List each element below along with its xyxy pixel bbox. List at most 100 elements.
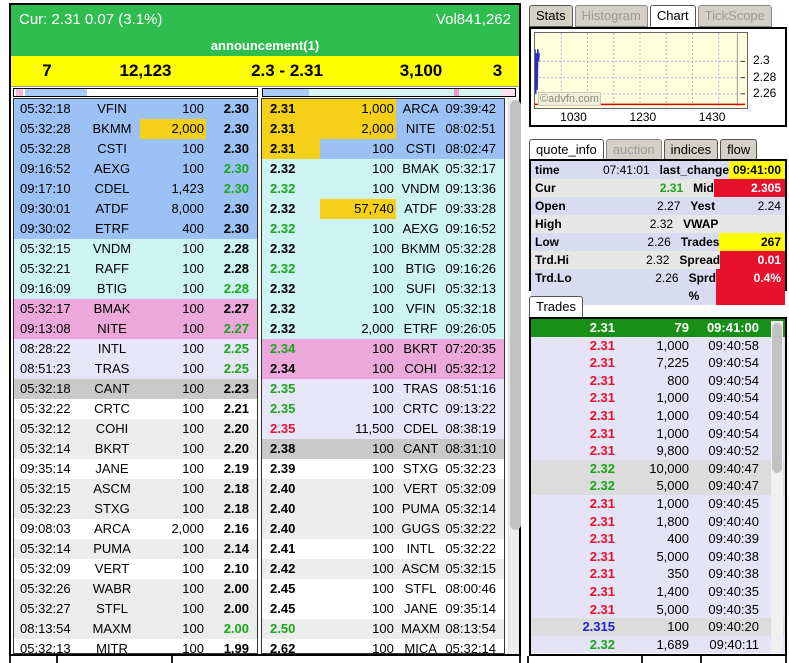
ask-row[interactable]: 2.38 100 CANT 08:31:10 bbox=[262, 439, 504, 459]
ask-row[interactable]: 2.41 100 INTL 05:32:22 bbox=[262, 539, 504, 559]
ask-row[interactable]: 2.35 100 TRAS 08:51:16 bbox=[262, 379, 504, 399]
ask-row[interactable]: 2.32 57,740 ATDF 09:33:28 bbox=[262, 199, 504, 219]
ask-row[interactable]: 2.32 100 BKMM 05:32:28 bbox=[262, 239, 504, 259]
ask-row[interactable]: 2.32 100 VNDM 09:13:36 bbox=[262, 179, 504, 199]
bid-depth-bar bbox=[13, 88, 258, 97]
ask-row[interactable]: 2.40 100 PUMA 05:32:14 bbox=[262, 499, 504, 519]
bid-row[interactable]: 05:32:28 CSTI 100 2.30 bbox=[14, 139, 257, 159]
ask-row[interactable]: 2.31 2,000 NITE 08:02:51 bbox=[262, 119, 504, 139]
ask-row[interactable]: 2.45 100 JANE 09:35:14 bbox=[262, 599, 504, 619]
ask-row[interactable]: 2.31 100 CSTI 08:02:47 bbox=[262, 139, 504, 159]
ask-row[interactable]: 2.40 100 VERT 05:32:09 bbox=[262, 479, 504, 499]
bid-row[interactable]: 09:13:08 NITE 100 2.27 bbox=[14, 319, 257, 339]
quote-label: Sprd % bbox=[688, 271, 716, 303]
ask-row[interactable]: 2.50 100 MAXM 08:13:54 bbox=[262, 619, 504, 639]
quote-label: Trd.Hi bbox=[535, 253, 570, 267]
trade-price: 2.31 bbox=[589, 583, 615, 599]
ask-row[interactable]: 2.45 100 STFL 08:00:46 bbox=[262, 579, 504, 599]
book-scrollbar-thumb[interactable] bbox=[510, 100, 521, 530]
ask-row[interactable]: 2.40 100 GUGS 05:32:22 bbox=[262, 519, 504, 539]
bid-row[interactable]: 05:32:23 STXG 100 2.18 bbox=[14, 499, 257, 519]
bid-row[interactable]: 09:16:09 BTIG 100 2.28 bbox=[14, 279, 257, 299]
ask-time: 05:32:22 bbox=[445, 521, 497, 536]
bid-row[interactable]: 05:32:15 VNDM 100 2.28 bbox=[14, 239, 257, 259]
bid-row[interactable]: 05:32:22 CRTC 100 2.21 bbox=[14, 399, 257, 419]
bid-row[interactable]: 05:32:09 VERT 100 2.10 bbox=[14, 559, 257, 579]
book-scrollbar[interactable] bbox=[508, 98, 521, 654]
ask-row[interactable]: 2.32 100 BMAK 05:32:17 bbox=[262, 159, 504, 179]
bid-row[interactable]: 09:08:03 ARCA 2,000 2.16 bbox=[14, 519, 257, 539]
ask-size: 100 bbox=[372, 301, 394, 316]
ask-size: 100 bbox=[372, 241, 394, 256]
announcement-link[interactable]: announcement(1) bbox=[11, 34, 519, 56]
bid-row[interactable]: 05:32:17 BMAK 100 2.27 bbox=[14, 299, 257, 319]
bid-row[interactable]: 05:32:26 WABR 100 2.00 bbox=[14, 579, 257, 599]
trade-price: 2.32 bbox=[589, 478, 615, 494]
quote-info-row: Trd.Hi 2.32 Spread 0.01 bbox=[531, 251, 785, 269]
trade-row: 2.32 10,000 09:40:47 bbox=[531, 459, 785, 478]
ask-row[interactable]: 2.62 100 MICA 05:32:14 bbox=[262, 639, 504, 653]
tab-flow[interactable]: flow bbox=[720, 139, 758, 161]
bid-row[interactable]: 08:13:54 MAXM 100 2.00 bbox=[14, 619, 257, 639]
tab-histogram[interactable]: Histogram bbox=[574, 5, 648, 27]
ask-row[interactable]: 2.32 100 BTIG 09:16:26 bbox=[262, 259, 504, 279]
bid-time: 09:08:03 bbox=[20, 521, 71, 536]
ask-mm-code: JANE bbox=[404, 601, 438, 616]
quote-label: Cur bbox=[535, 181, 556, 195]
tab-quote-info[interactable]: quote_info bbox=[529, 139, 604, 161]
bid-row[interactable]: 05:32:15 ASCM 100 2.18 bbox=[14, 479, 257, 499]
bid-row[interactable]: 09:16:52 AEXG 100 2.30 bbox=[14, 159, 257, 179]
bid-size: 2,000 bbox=[171, 521, 204, 536]
bid-row[interactable]: 05:32:14 BKRT 100 2.20 bbox=[14, 439, 257, 459]
bid-row[interactable]: 05:32:14 PUMA 100 2.14 bbox=[14, 539, 257, 559]
quote-value: 2.24 bbox=[757, 199, 781, 213]
bid-row[interactable]: 05:32:27 STFL 100 2.00 bbox=[14, 599, 257, 619]
ask-row[interactable]: 2.32 100 AEXG 09:16:52 bbox=[262, 219, 504, 239]
bid-size: 100 bbox=[182, 601, 204, 616]
ask-row[interactable]: 2.32 2,000 ETRF 09:26:05 bbox=[262, 319, 504, 339]
trade-row: 2.31 1,800 09:40:40 bbox=[531, 512, 785, 531]
ask-row[interactable]: 2.39 100 STXG 05:32:23 bbox=[262, 459, 504, 479]
bid-row[interactable]: 05:32:21 RAFF 100 2.28 bbox=[14, 259, 257, 279]
bid-row[interactable]: 05:32:13 MITR 100 1.99 bbox=[14, 639, 257, 654]
tab-trades[interactable]: Trades bbox=[529, 296, 583, 318]
ask-price: 2.34 bbox=[270, 341, 296, 356]
ask-row[interactable]: 2.32 100 VFIN 05:32:18 bbox=[262, 299, 504, 319]
ask-price: 2.31 bbox=[262, 139, 320, 159]
trades-scrollbar[interactable] bbox=[771, 321, 783, 652]
ask-row[interactable]: 2.35 100 CRTC 09:13:22 bbox=[262, 399, 504, 419]
ask-mm-code: AEXG bbox=[402, 221, 439, 236]
tab-chart[interactable]: Chart bbox=[649, 5, 696, 27]
bid-row[interactable]: 09:17:10 CDEL 1,423 2.30 bbox=[14, 179, 257, 199]
ask-time: 09:13:22 bbox=[445, 401, 497, 416]
ask-row[interactable]: 2.42 100 ASCM 05:32:15 bbox=[262, 559, 504, 579]
bid-size: 100 bbox=[182, 641, 204, 654]
ask-size: 57,740 bbox=[319, 199, 396, 219]
ask-row[interactable]: 2.34 100 BKRT 07:20:35 bbox=[262, 339, 504, 359]
quote-value: 0.01 bbox=[720, 251, 785, 269]
bid-price: 2.30 bbox=[223, 201, 249, 216]
bid-price: 2.28 bbox=[223, 241, 249, 256]
tab-auction[interactable]: auction bbox=[605, 139, 662, 161]
bid-size: 100 bbox=[182, 321, 204, 336]
ask-row[interactable]: 2.31 1,000 ARCA 09:39:42 bbox=[262, 99, 504, 119]
ask-row[interactable]: 2.35 11,500 CDEL 08:38:19 bbox=[262, 419, 504, 439]
ask-row[interactable]: 2.32 100 SUFI 05:32:13 bbox=[262, 279, 504, 299]
tab-tickscope[interactable]: TickScope bbox=[697, 5, 772, 27]
bid-row[interactable]: 09:30:01 ATDF 8,000 2.30 bbox=[14, 199, 257, 219]
depth-bars bbox=[11, 87, 519, 98]
bid-row[interactable]: 08:28:22 INTL 100 2.25 bbox=[14, 339, 257, 359]
bid-row[interactable]: 05:32:28 BKMM 2,000 2.30 bbox=[14, 119, 257, 139]
ask-row[interactable]: 2.34 100 COHI 05:32:12 bbox=[262, 359, 504, 379]
bid-row[interactable]: 05:32:18 VFIN 100 2.30 bbox=[14, 99, 257, 119]
bid-row[interactable]: 08:51:23 TRAS 100 2.25 bbox=[14, 359, 257, 379]
bid-row[interactable]: 05:32:18 CANT 100 2.23 bbox=[14, 379, 257, 399]
bid-row[interactable]: 09:35:14 JANE 100 2.19 bbox=[14, 459, 257, 479]
bid-row[interactable]: 05:32:12 COHI 100 2.20 bbox=[14, 419, 257, 439]
trade-row: 2.31 350 09:40:38 bbox=[531, 565, 785, 583]
trade-row: 2.31 1,000 09:40:45 bbox=[531, 494, 785, 513]
tab-stats[interactable]: Stats bbox=[529, 5, 573, 27]
tab-indices[interactable]: indices bbox=[663, 139, 719, 161]
trades-scrollbar-thumb[interactable] bbox=[772, 323, 782, 473]
bid-row[interactable]: 09:30:02 ETRF 400 2.30 bbox=[14, 219, 257, 239]
